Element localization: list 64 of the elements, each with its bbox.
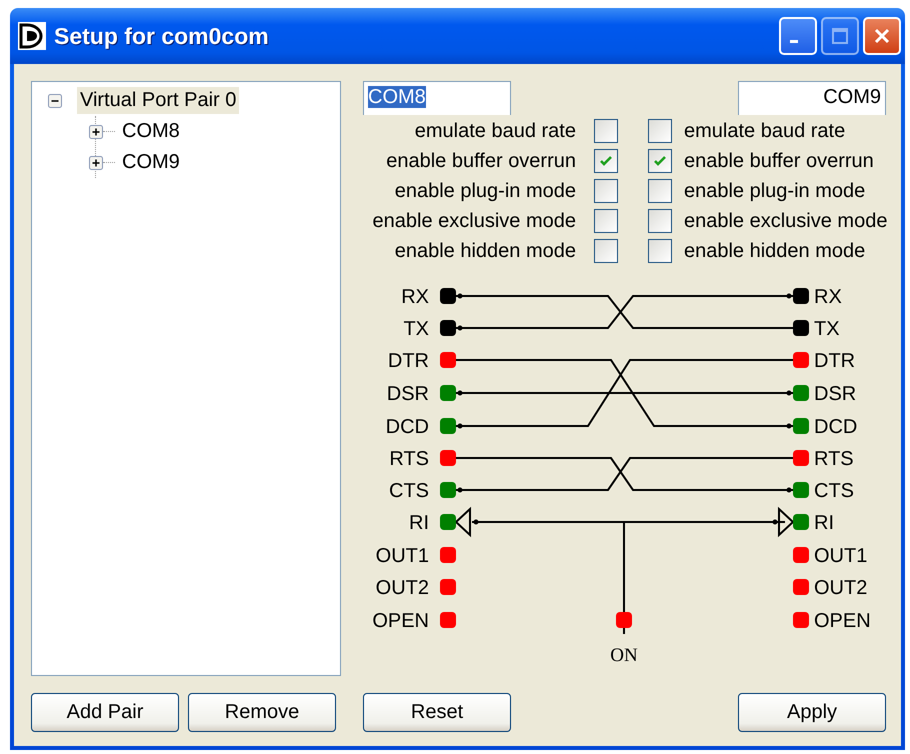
checkbox[interactable]: [594, 209, 618, 233]
pin-label: RX: [401, 286, 429, 308]
expand-icon[interactable]: [89, 156, 103, 170]
option-label: enable plug-in mode: [394, 180, 576, 202]
input-field[interactable]: COM8: [363, 81, 511, 115]
option-label: emulate baud rate: [683, 120, 846, 142]
pin-label: CTS: [389, 480, 429, 502]
input-field[interactable]: COM9: [738, 81, 886, 115]
pin-label: DSR: [386, 383, 429, 405]
close-button[interactable]: [863, 17, 901, 55]
option-label: enable exclusive mode: [372, 210, 576, 232]
minimize-button[interactable]: [779, 17, 817, 55]
pin-label: OPEN: [814, 610, 871, 632]
checkbox[interactable]: [594, 119, 618, 143]
push-button[interactable]: Apply: [738, 693, 886, 732]
checkbox[interactable]: [594, 149, 618, 173]
checkbox[interactable]: [648, 239, 672, 263]
pin-label: TX: [814, 318, 840, 340]
checkbox[interactable]: [594, 179, 618, 203]
pin-label: RX: [814, 286, 842, 308]
window-title: Setup for com0com: [54, 22, 270, 50]
pin-label: TX: [403, 318, 429, 340]
pin-label: OUT2: [814, 577, 868, 599]
pin-label: DTR: [388, 350, 429, 372]
option-label: enable buffer overrun: [386, 150, 576, 172]
tree-item[interactable]: COM9: [119, 149, 183, 176]
checkmark-icon: [599, 154, 613, 168]
option-label: emulate baud rate: [414, 120, 576, 142]
push-button[interactable]: Remove: [188, 693, 336, 732]
pin-label: RTS: [814, 448, 854, 470]
checkbox[interactable]: [594, 239, 618, 263]
option-label: enable hidden mode: [683, 240, 866, 262]
pin-label: ON: [610, 645, 638, 666]
pin-label: RTS: [389, 448, 429, 470]
checkbox[interactable]: [648, 149, 672, 173]
option-label: enable hidden mode: [394, 240, 576, 262]
push-button[interactable]: Add Pair: [31, 693, 179, 732]
tree-item[interactable]: Virtual Port Pair 0: [77, 87, 240, 114]
expand-icon[interactable]: [89, 124, 103, 138]
pin-label: RI: [814, 512, 834, 534]
option-label: enable plug-in mode: [683, 180, 866, 202]
pin-label: DCD: [386, 416, 429, 438]
checkmark-icon: [653, 154, 667, 168]
pin-label: OUT1: [814, 545, 868, 567]
push-button[interactable]: Reset: [363, 693, 511, 732]
option-label: enable exclusive mode: [683, 210, 888, 232]
collapse-icon[interactable]: [48, 94, 62, 108]
pin-label: DSR: [814, 383, 856, 405]
tree-item[interactable]: COM8: [119, 118, 183, 145]
pin-label: OPEN: [372, 610, 429, 632]
minimize-icon: [790, 40, 798, 42]
app-icon: [18, 22, 46, 50]
checkbox[interactable]: [648, 179, 672, 203]
checkbox[interactable]: [648, 209, 672, 233]
pin-label: DTR: [814, 350, 856, 372]
checkbox[interactable]: [648, 119, 672, 143]
close-icon: [872, 26, 892, 46]
pin-label: CTS: [814, 480, 854, 502]
pin-label: OUT1: [376, 545, 429, 567]
pin-label: DCD: [814, 416, 858, 438]
option-label: enable buffer overrun: [683, 150, 875, 172]
maximize-icon: [830, 26, 850, 46]
pin-label: RI: [409, 512, 429, 534]
pin-label: OUT2: [376, 577, 429, 599]
